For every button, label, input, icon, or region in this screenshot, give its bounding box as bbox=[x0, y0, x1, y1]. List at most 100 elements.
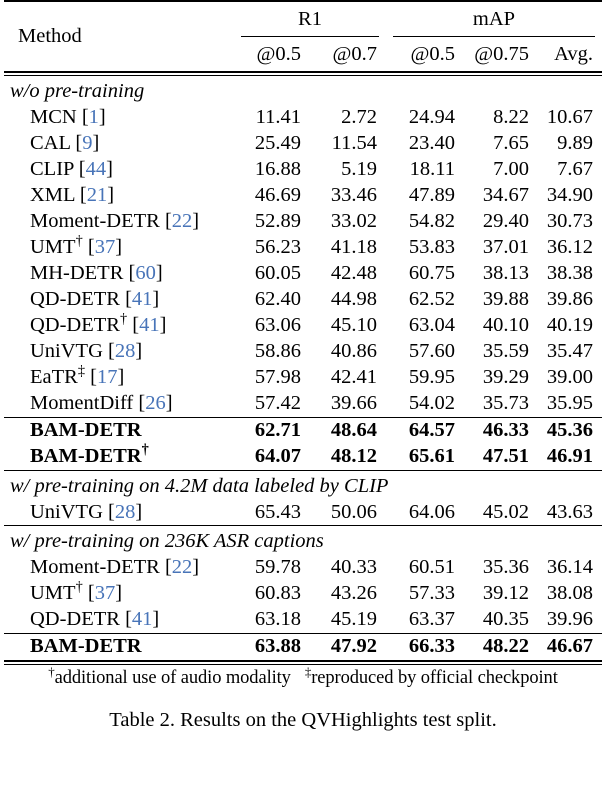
method-label: UMT bbox=[30, 236, 76, 258]
metric-value-cell: 50.06 bbox=[330, 500, 377, 523]
method-name-cell: MH-DETR [60] bbox=[4, 261, 234, 287]
metric-value-cell: 48.22 bbox=[482, 635, 529, 657]
column-header-map-avg: Avg. bbox=[554, 43, 593, 65]
citation-link[interactable]: [41] bbox=[120, 288, 159, 310]
column-header-r1-05: @0.5 bbox=[256, 43, 301, 65]
metric-value-cell: 46.69 bbox=[254, 184, 301, 206]
metric-value-cell: 54.82 bbox=[408, 210, 455, 232]
footnotes: †additional use of audio modality ‡reprod… bbox=[4, 664, 602, 689]
citation-link[interactable]: [9] bbox=[70, 132, 99, 154]
metric-value-cell: 47.92 bbox=[330, 635, 377, 657]
method-dagger-marker: † bbox=[75, 233, 83, 250]
metric-value-cell: 35.95 bbox=[546, 392, 593, 414]
section-label: w/ pre-training on 236K ASR captions bbox=[10, 530, 324, 552]
table-row: UniVTG [28] 65.43 50.06 64.06 45.02 43.63 bbox=[4, 499, 602, 526]
metric-value-cell: 66.33 bbox=[408, 635, 455, 657]
group-rule-r1 bbox=[234, 33, 386, 40]
metric-value-cell: 64.57 bbox=[408, 419, 455, 441]
citation-link[interactable]: [28] bbox=[103, 501, 142, 523]
method-dagger-marker: † bbox=[75, 579, 83, 596]
metric-value-cell: 11.54 bbox=[331, 132, 377, 154]
citation-number: 41 bbox=[131, 288, 153, 310]
metric-value-cell: 46.33 bbox=[482, 419, 529, 441]
metric-value-cell: 35.47 bbox=[546, 340, 593, 362]
results-table: Method R1 mAP @0.5 @0.7 @0.5 @0.75 Avg. … bbox=[4, 0, 602, 665]
method-name-cell: MomentDiff [26] bbox=[4, 391, 234, 418]
metric-value-cell: 16.88 bbox=[254, 158, 301, 180]
citation-link[interactable]: [1] bbox=[77, 106, 106, 128]
metric-value-cell: 53.83 bbox=[408, 236, 455, 258]
metric-value-cell: 42.41 bbox=[330, 366, 377, 388]
method-dagger-marker: † bbox=[141, 442, 149, 459]
metric-value-cell: 60.83 bbox=[254, 582, 301, 604]
metric-value-cell: 38.08 bbox=[546, 582, 593, 604]
method-label: BAM-DETR bbox=[30, 445, 142, 467]
citation-link[interactable]: [37] bbox=[83, 236, 122, 258]
method-label: UniVTG bbox=[30, 500, 103, 523]
column-header-map-05: @0.5 bbox=[410, 43, 455, 65]
table-row: XML [21] 46.69 33.46 47.89 34.67 34.90 bbox=[4, 183, 602, 209]
metric-value-cell: 35.73 bbox=[482, 392, 529, 414]
method-label: BAM-DETR bbox=[30, 419, 142, 441]
citation-number: 28 bbox=[114, 500, 136, 523]
metric-value-cell: 2.72 bbox=[341, 106, 377, 128]
citation-number: 26 bbox=[145, 392, 166, 414]
table-row: EaTR‡ [17] 57.98 42.41 59.95 39.29 39.00 bbox=[4, 363, 602, 391]
metric-value-cell: 59.95 bbox=[408, 366, 455, 388]
method-name-cell: UMT† [37] bbox=[4, 233, 234, 261]
metric-value-cell: 43.63 bbox=[546, 500, 593, 523]
citation-link[interactable]: [41] bbox=[120, 608, 159, 630]
metric-value-cell: 48.64 bbox=[330, 419, 377, 441]
metric-value-cell: 45.10 bbox=[330, 314, 377, 336]
column-header-r1-07: @0.7 bbox=[332, 43, 377, 65]
citation-link[interactable]: [37] bbox=[83, 582, 122, 604]
metric-value-cell: 39.12 bbox=[482, 582, 529, 604]
metric-value-cell: 48.12 bbox=[330, 445, 377, 467]
citation-link[interactable]: [22] bbox=[160, 210, 199, 232]
citation-link[interactable]: [41] bbox=[127, 314, 166, 336]
column-group-r1: R1 bbox=[298, 8, 322, 30]
citation-link[interactable]: [28] bbox=[103, 340, 142, 362]
metric-value-cell: 7.00 bbox=[493, 158, 529, 180]
citation-link[interactable]: [44] bbox=[74, 158, 113, 180]
table-row: BAM-DETR 62.71 48.64 64.57 46.33 45.36 bbox=[4, 418, 602, 444]
column-header-method: Method bbox=[18, 25, 82, 47]
method-label: UMT bbox=[30, 582, 76, 604]
metric-value-cell: 29.40 bbox=[482, 210, 529, 232]
metric-value-cell: 45.19 bbox=[330, 608, 377, 630]
method-name-cell: BAM-DETR bbox=[4, 418, 234, 444]
metric-value-cell: 30.73 bbox=[546, 210, 593, 232]
column-group-map: mAP bbox=[472, 8, 516, 30]
metric-value-cell: 10.67 bbox=[546, 106, 593, 128]
metric-value-cell: 60.05 bbox=[254, 262, 301, 284]
metric-value-cell: 39.96 bbox=[546, 608, 593, 630]
column-header-map-075: @0.75 bbox=[474, 43, 529, 65]
table-page: Method R1 mAP @0.5 @0.7 @0.5 @0.75 Avg. … bbox=[0, 0, 606, 798]
metric-value-cell: 57.42 bbox=[254, 392, 301, 414]
section-header-row: w/ pre-training on 4.2M data labeled by … bbox=[4, 471, 602, 500]
metric-value-cell: 38.38 bbox=[546, 262, 593, 284]
citation-link[interactable]: [22] bbox=[160, 556, 199, 578]
metric-value-cell: 39.86 bbox=[546, 288, 593, 310]
method-dagger-marker: ‡ bbox=[77, 363, 85, 380]
metric-value-cell: 63.18 bbox=[254, 608, 301, 630]
metric-value-cell: 63.37 bbox=[408, 608, 455, 630]
table-caption: Table 2. Results on the QVHighlights tes… bbox=[109, 708, 497, 731]
metric-value-cell: 62.71 bbox=[254, 419, 301, 441]
metric-value-cell: 39.00 bbox=[546, 366, 593, 388]
citation-link[interactable]: [60] bbox=[123, 262, 163, 284]
citation-link[interactable]: [21] bbox=[75, 184, 114, 206]
table-row: Moment-DETR [22] 59.78 40.33 60.51 35.36 36.1… bbox=[4, 555, 602, 581]
group-rule-map bbox=[386, 33, 602, 40]
metric-value-cell: 39.29 bbox=[482, 366, 529, 388]
footnote-dagger-text: additional use of audio modality bbox=[54, 667, 291, 688]
method-name-cell: MCN [1] bbox=[4, 105, 234, 131]
section-label: w/ pre-training on 4.2M data labeled by … bbox=[10, 474, 389, 497]
metric-value-cell: 47.51 bbox=[482, 445, 529, 467]
method-label: EaTR bbox=[30, 366, 78, 388]
citation-link[interactable]: [17] bbox=[85, 366, 124, 388]
table-body: Method R1 mAP @0.5 @0.7 @0.5 @0.75 Avg. … bbox=[4, 0, 602, 665]
metric-value-cell: 46.91 bbox=[546, 445, 593, 467]
citation-link[interactable]: [26] bbox=[133, 392, 172, 414]
method-label: CLIP bbox=[30, 158, 74, 180]
